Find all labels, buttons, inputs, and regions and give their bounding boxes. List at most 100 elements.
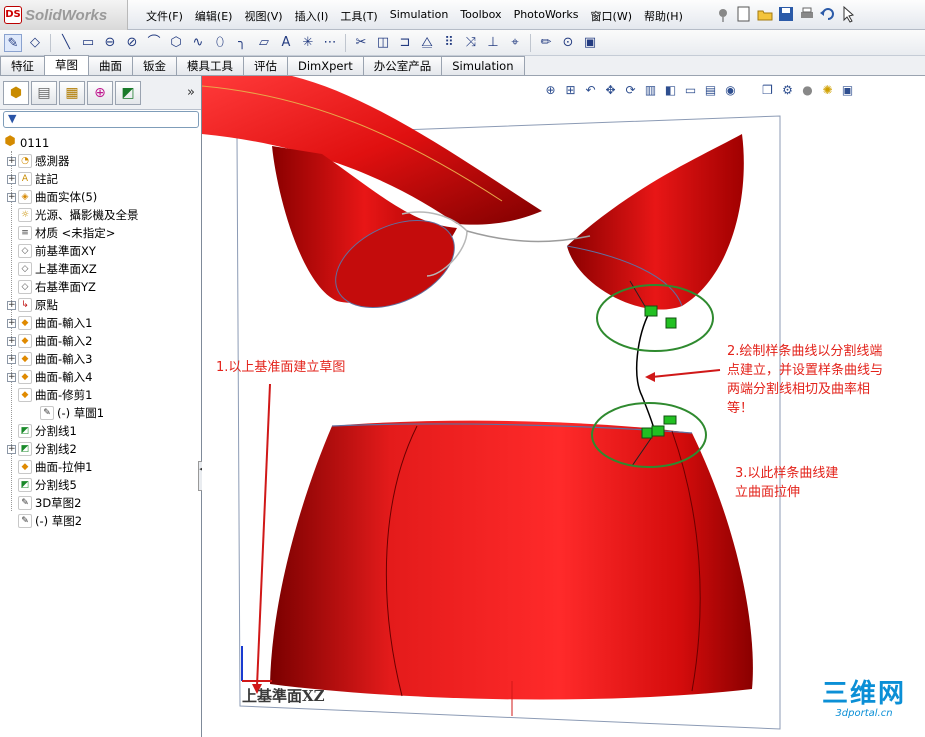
tree-node[interactable]: ✎ 3D草图2 — [0, 494, 200, 512]
tab-office-products[interactable]: 办公室产品 — [362, 56, 443, 75]
line-icon[interactable]: ╲ — [57, 34, 75, 52]
menu-toolbox[interactable]: Toolbox — [454, 8, 507, 24]
zoom-area-icon[interactable]: ⊞ — [562, 82, 579, 99]
display-style-icon[interactable]: ▭ — [682, 82, 699, 99]
expand-toggle-icon[interactable]: + — [7, 336, 16, 346]
view-settings-icon[interactable]: ⚙ — [779, 82, 796, 99]
configuration-manager-tab-icon[interactable]: ▦ — [59, 80, 85, 105]
smart-dimension-icon[interactable]: ◇ — [26, 34, 44, 52]
fillet-icon[interactable]: ╮ — [233, 34, 251, 52]
expand-toggle-icon[interactable]: + — [7, 444, 16, 454]
expand-toggle-icon[interactable]: + — [7, 354, 16, 364]
dimxpert-manager-tab-icon[interactable]: ⊕ — [87, 80, 113, 105]
tree-node[interactable]: + ↳ 原點 — [0, 296, 200, 314]
expand-chevron-icon[interactable]: » — [187, 85, 195, 100]
select-icon[interactable] — [840, 5, 858, 23]
mirror-icon[interactable]: ⧋ — [418, 34, 436, 52]
tree-node[interactable]: + ◆ 曲面-輸入3 — [0, 350, 200, 368]
previous-view-icon[interactable]: ↶ — [582, 82, 599, 99]
tab-mold-tools[interactable]: 模具工具 — [176, 56, 244, 75]
tree-node[interactable]: + ◩ 分割线2 — [0, 440, 200, 458]
circle-icon[interactable]: ⊘ — [123, 34, 141, 52]
instant3d-icon[interactable]: ⊙ — [559, 34, 577, 52]
spline-icon[interactable]: ∿ — [189, 34, 207, 52]
apply-scene-icon[interactable]: ❒ — [759, 82, 776, 99]
tree-node[interactable]: ✎ (-) 草圖1 — [0, 404, 200, 422]
tree-node[interactable]: ◩ 分割线5 — [0, 476, 200, 494]
tree-node[interactable]: ≡ 材质 <未指定> — [0, 224, 200, 242]
offset-icon[interactable]: ⊐ — [396, 34, 414, 52]
menu-photoworks[interactable]: PhotoWorks — [508, 8, 585, 24]
tab-simulation[interactable]: Simulation — [441, 56, 525, 75]
rectangle-icon[interactable]: ▭ — [79, 34, 97, 52]
sketch-picture-icon[interactable]: ▣ — [581, 34, 599, 52]
graphics-area[interactable]: ⊕ ⊞ ↶ ✥ ⟳ ▥ ◧ ▭ ▤ ◉ ❒ ⚙ ● ✺ ▣ 1.以上基准面建立草… — [202, 76, 925, 737]
view-orientation-icon[interactable]: ◧ — [662, 82, 679, 99]
tree-node[interactable]: ✎ (-) 草图2 — [0, 512, 200, 530]
plane-icon[interactable]: ▱ — [255, 34, 273, 52]
tab-sheet-metal[interactable]: 钣金 — [132, 56, 177, 75]
tree-node[interactable]: + ◆ 曲面-輸入1 — [0, 314, 200, 332]
expand-toggle-icon[interactable]: + — [7, 174, 16, 184]
trim-icon[interactable]: ✂ — [352, 34, 370, 52]
open-folder-icon[interactable] — [756, 5, 774, 23]
menu-help[interactable]: 帮助(H) — [638, 8, 689, 24]
feature-manager-tab-icon[interactable]: ⬢ — [3, 80, 29, 105]
menu-window[interactable]: 窗口(W) — [585, 8, 638, 24]
end-handle-bottom[interactable] — [651, 425, 665, 437]
arc-icon[interactable]: ⌒ — [145, 34, 163, 52]
edit-appearance-icon[interactable]: ◉ — [722, 82, 739, 99]
pin-icon[interactable] — [714, 5, 732, 23]
tree-filter-input[interactable]: ▼ — [3, 111, 199, 128]
tree-node[interactable]: ◇ 右基準面YZ — [0, 278, 200, 296]
menu-edit[interactable]: 编辑(E) — [189, 8, 239, 24]
tree-node[interactable]: + ◔ 感測器 — [0, 152, 200, 170]
tree-node[interactable]: ☼ 光源、攝影機及全景 — [0, 206, 200, 224]
hide-show-icon[interactable]: ▤ — [702, 82, 719, 99]
tab-surfaces[interactable]: 曲面 — [88, 56, 133, 75]
monitor-icon[interactable]: ▣ — [839, 82, 856, 99]
expand-toggle-icon[interactable]: + — [7, 192, 16, 202]
linear-pattern-icon[interactable]: ⠿ — [440, 34, 458, 52]
menu-tools[interactable]: 工具(T) — [334, 8, 383, 24]
tab-evaluate[interactable]: 评估 — [243, 56, 288, 75]
expand-toggle-icon[interactable]: + — [7, 300, 16, 310]
property-manager-tab-icon[interactable]: ▤ — [31, 80, 57, 105]
zoom-to-fit-icon[interactable]: ⊕ — [542, 82, 559, 99]
end-handle-top[interactable] — [644, 305, 658, 317]
polygon-icon[interactable]: ⬡ — [167, 34, 185, 52]
tree-node[interactable]: + ◆ 曲面-輸入2 — [0, 332, 200, 350]
sketch-icon[interactable]: ✎ — [4, 33, 22, 52]
menu-simulation[interactable]: Simulation — [384, 8, 455, 24]
ellipse-icon[interactable]: ⬯ — [211, 34, 229, 52]
tree-root[interactable]: ⬢ 0111 — [0, 134, 200, 152]
tree-node[interactable]: ◩ 分割线1 — [0, 422, 200, 440]
pan-icon[interactable]: ✥ — [602, 82, 619, 99]
expand-toggle-icon[interactable]: + — [7, 156, 16, 166]
section-view-icon[interactable]: ▥ — [642, 82, 659, 99]
centerline-icon[interactable]: ⋯ — [321, 34, 339, 52]
appearance-palette-icon[interactable]: ✺ — [819, 82, 836, 99]
tab-dimxpert[interactable]: DimXpert — [287, 56, 364, 75]
tree-node[interactable]: + A 註記 — [0, 170, 200, 188]
slot-icon[interactable]: ⊖ — [101, 34, 119, 52]
menu-insert[interactable]: 插入(I) — [289, 8, 335, 24]
undo-icon[interactable] — [819, 5, 837, 23]
tab-features[interactable]: 特征 — [0, 56, 45, 75]
tree-node[interactable]: ◇ 上基準面XZ — [0, 260, 200, 278]
repair-sketch-icon[interactable]: ⌖ — [506, 34, 524, 52]
text-icon[interactable]: A — [277, 34, 295, 52]
tree-node[interactable]: + ◈ 曲面实体(5) — [0, 188, 200, 206]
relations-icon[interactable]: ⊥ — [484, 34, 502, 52]
realview-icon[interactable]: ● — [799, 82, 816, 99]
tree-node[interactable]: + ◆ 曲面-輸入4 — [0, 368, 200, 386]
expand-toggle-icon[interactable]: + — [7, 318, 16, 328]
expand-toggle-icon[interactable]: + — [7, 372, 16, 382]
tree-node[interactable]: ◆ 曲面-拉伸1 — [0, 458, 200, 476]
menu-file[interactable]: 文件(F) — [140, 8, 189, 24]
move-entities-icon[interactable]: ⤨ — [462, 34, 480, 52]
new-document-icon[interactable] — [735, 5, 753, 23]
tab-sketch[interactable]: 草图 — [44, 55, 89, 75]
rotate-icon[interactable]: ⟳ — [622, 82, 639, 99]
menu-view[interactable]: 视图(V) — [238, 8, 288, 24]
